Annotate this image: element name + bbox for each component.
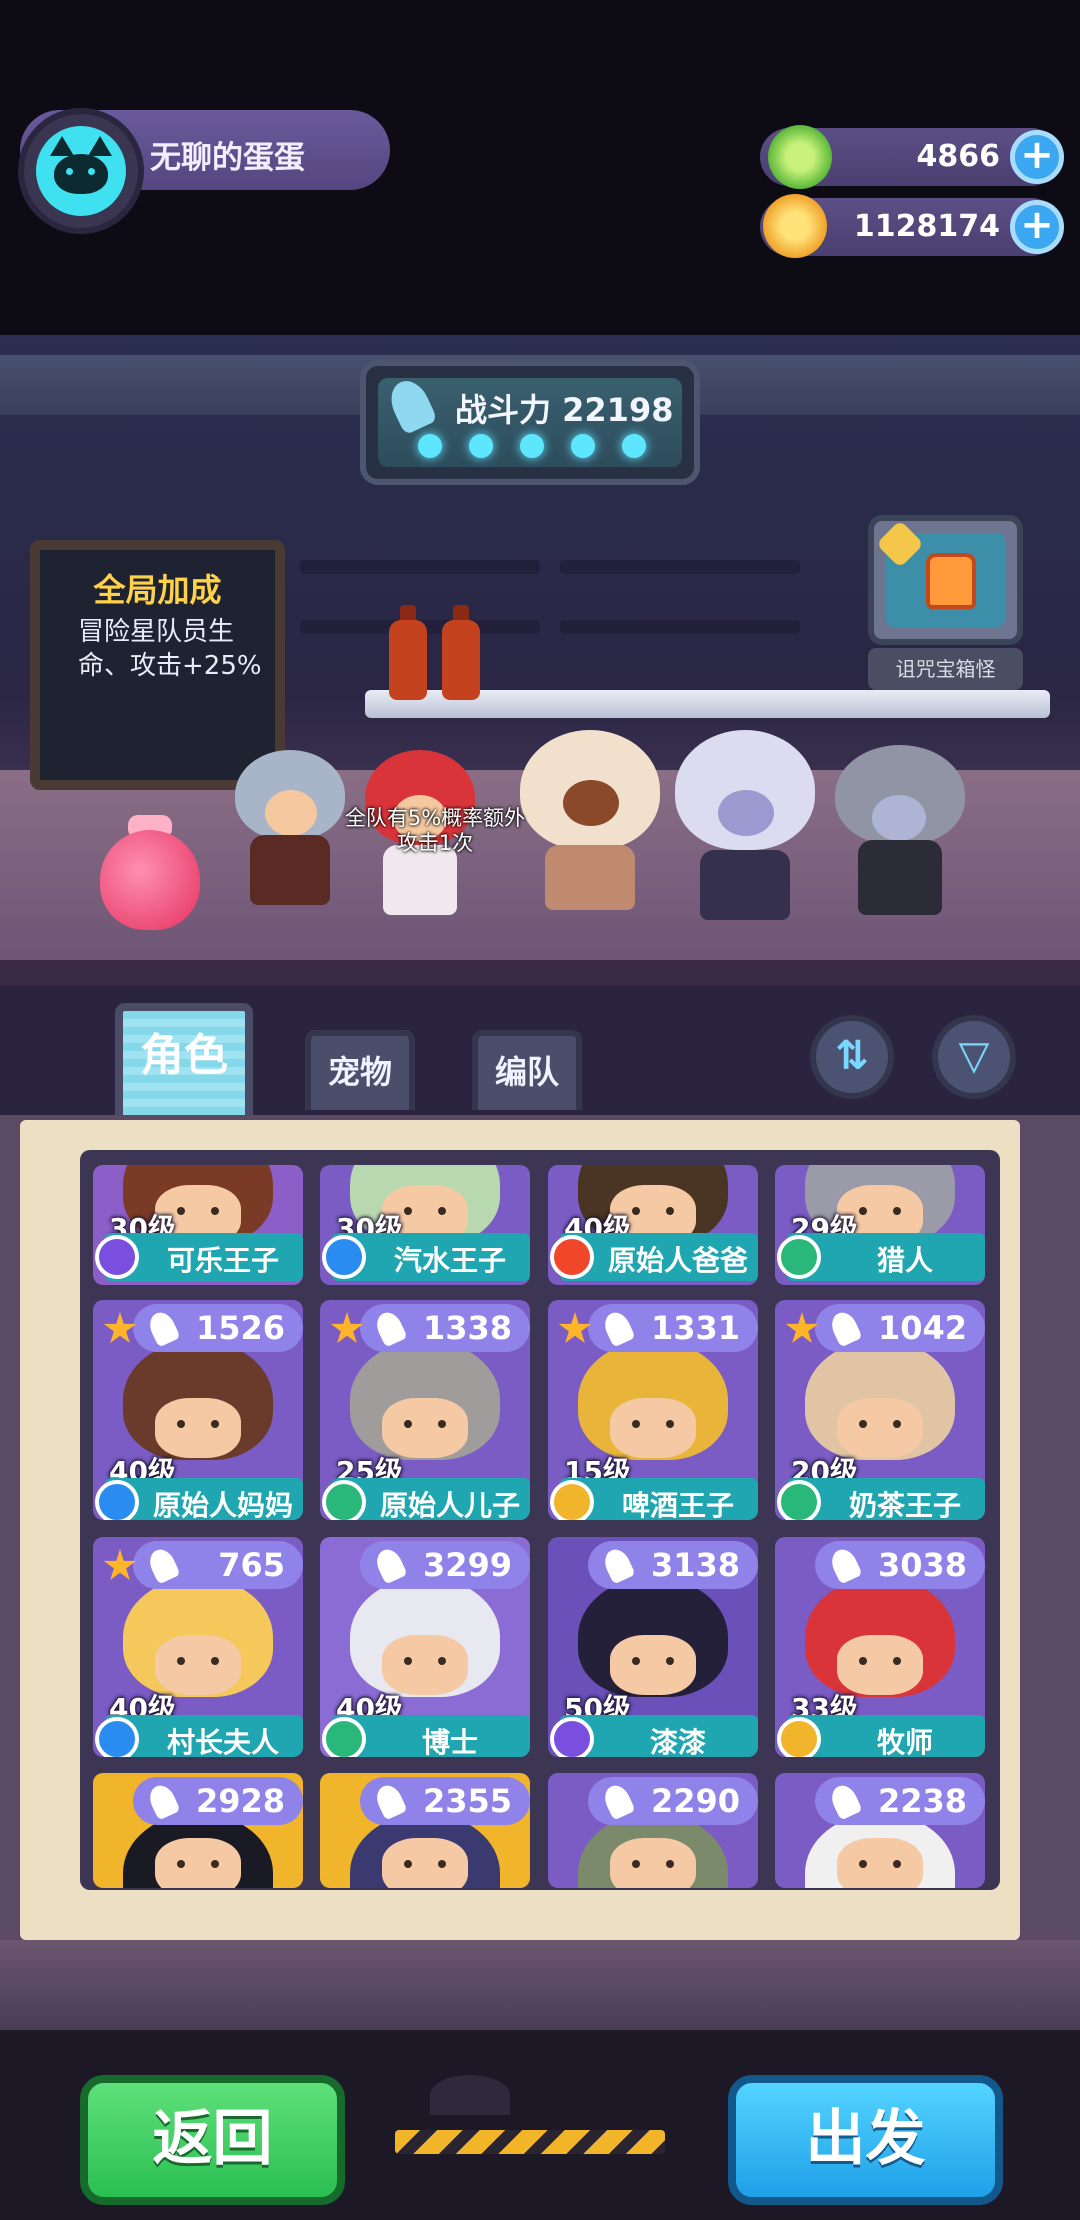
avatar[interactable] — [36, 126, 126, 216]
element-icon — [550, 1480, 594, 1520]
character-card[interactable]: 30级 可乐王子 — [93, 1165, 303, 1285]
character-name-bar: 漆漆 — [550, 1715, 758, 1757]
mimic-label: 诅咒宝箱怪 — [868, 648, 1023, 690]
character-card[interactable]: 1042 20级 奶茶王子 — [775, 1300, 985, 1520]
team-character[interactable] — [830, 740, 970, 930]
character-card[interactable]: 1526 40级 原始人妈妈 — [93, 1300, 303, 1520]
character-card[interactable]: 40级 原始人爸爸 — [548, 1165, 758, 1285]
character-card[interactable]: 3299 40级 博士 — [320, 1537, 530, 1757]
treasure-chest-icon — [926, 553, 976, 609]
power-indicator-dot — [469, 434, 493, 458]
cat-face-icon — [54, 154, 108, 194]
character-card[interactable]: 1338 25级 原始人儿子 — [320, 1300, 530, 1520]
character-card[interactable]: 2928 — [93, 1773, 303, 1888]
character-card[interactable]: 765 40级 村长夫人 — [93, 1537, 303, 1757]
filter-button[interactable]: ▽ — [932, 1015, 1016, 1099]
character-name-bar: 原始人妈妈 — [95, 1478, 303, 1520]
team-character[interactable] — [515, 725, 665, 920]
shelf — [560, 560, 800, 574]
character-name: 原始人儿子 — [379, 1489, 520, 1520]
element-icon — [95, 1480, 139, 1520]
character-name-bar: 博士 — [322, 1715, 530, 1757]
shadow-creature-icon — [430, 2075, 510, 2115]
tab-formation[interactable]: 编队 — [472, 1030, 582, 1110]
element-icon — [322, 1480, 366, 1520]
character-name: 猎人 — [876, 1244, 933, 1277]
element-icon — [777, 1235, 821, 1279]
element-icon — [777, 1717, 821, 1757]
character-name-bar: 牧师 — [777, 1715, 985, 1757]
power-indicator-dot — [520, 434, 544, 458]
bonus-text: 冒险星队员生命、攻击+25% — [78, 617, 262, 681]
sort-button[interactable]: ⇅ — [810, 1015, 894, 1099]
add-gems-button[interactable]: + — [1010, 130, 1064, 184]
element-icon — [322, 1717, 366, 1757]
power-indicator-dot — [418, 434, 442, 458]
power-indicator-dot — [622, 434, 646, 458]
filter-icon: ▽ — [958, 1033, 990, 1079]
coin-value: 1128174 — [853, 209, 1000, 244]
character-name: 汽水王子 — [393, 1244, 506, 1277]
power-value: 战斗力 22198 — [455, 391, 674, 429]
tab-characters[interactable]: 角色 — [115, 1003, 253, 1118]
element-icon — [95, 1235, 139, 1279]
shelf — [560, 620, 800, 634]
skill-bubble: 全队有5%概率额外攻击1次 — [344, 806, 526, 855]
character-name-bar: 可乐王子 — [95, 1233, 303, 1281]
character-card[interactable]: 3138 50级 漆漆 — [548, 1537, 758, 1757]
character-card[interactable]: 2290 — [548, 1773, 758, 1888]
player-name: 无聊的蛋蛋 — [150, 140, 305, 176]
character-name-bar: 原始人爸爸 — [550, 1233, 758, 1281]
cat-ear-icon — [50, 136, 74, 156]
bonus-title: 全局加成 — [93, 571, 222, 609]
character-card[interactable]: 29级 猎人 — [775, 1165, 985, 1285]
back-button[interactable]: 返回 — [80, 2075, 345, 2205]
add-coins-button[interactable]: + — [1010, 200, 1064, 254]
element-icon — [95, 1717, 139, 1757]
character-card[interactable]: 1331 15级 啤酒王子 — [548, 1300, 758, 1520]
bottle-icon — [389, 620, 427, 700]
character-card[interactable]: 2238 — [775, 1773, 985, 1888]
character-name: 奶茶王子 — [848, 1489, 961, 1520]
cat-ear-icon — [88, 136, 112, 156]
element-icon — [322, 1235, 366, 1279]
hazard-stripe — [395, 2130, 665, 2154]
sort-icon: ⇅ — [835, 1033, 869, 1079]
go-button[interactable]: 出发 — [728, 2075, 1003, 2205]
bottle-icon — [442, 620, 480, 700]
team-character[interactable] — [670, 720, 820, 930]
character-name: 博士 — [421, 1726, 478, 1757]
character-name-bar: 奶茶王子 — [777, 1478, 985, 1520]
character-name-bar: 原始人儿子 — [322, 1478, 530, 1520]
team-character[interactable] — [225, 730, 355, 920]
character-name: 村长夫人 — [166, 1726, 279, 1757]
potion-icon[interactable] — [100, 830, 200, 930]
power-indicator-dot — [571, 434, 595, 458]
character-card[interactable]: 30级 汽水王子 — [320, 1165, 530, 1285]
element-icon — [550, 1235, 594, 1279]
character-name-bar: 村长夫人 — [95, 1715, 303, 1757]
character-card[interactable]: 2355 — [320, 1773, 530, 1888]
gem-value: 4866 — [916, 139, 1001, 174]
character-name: 原始人爸爸 — [607, 1244, 748, 1277]
character-name: 漆漆 — [649, 1726, 706, 1757]
character-name-bar: 猎人 — [777, 1233, 985, 1281]
shelf — [300, 560, 540, 574]
character-card[interactable]: 3038 33级 牧师 — [775, 1537, 985, 1757]
element-icon — [777, 1480, 821, 1520]
character-name-bar: 啤酒王子 — [550, 1478, 758, 1520]
character-name: 原始人妈妈 — [152, 1489, 293, 1520]
character-name: 啤酒王子 — [621, 1489, 734, 1520]
character-name-bar: 汽水王子 — [322, 1233, 530, 1281]
book-spine — [0, 1940, 1080, 2030]
character-name: 可乐王子 — [166, 1244, 279, 1277]
character-name: 牧师 — [876, 1726, 933, 1757]
element-icon — [550, 1717, 594, 1757]
tab-pets[interactable]: 宠物 — [305, 1030, 415, 1110]
